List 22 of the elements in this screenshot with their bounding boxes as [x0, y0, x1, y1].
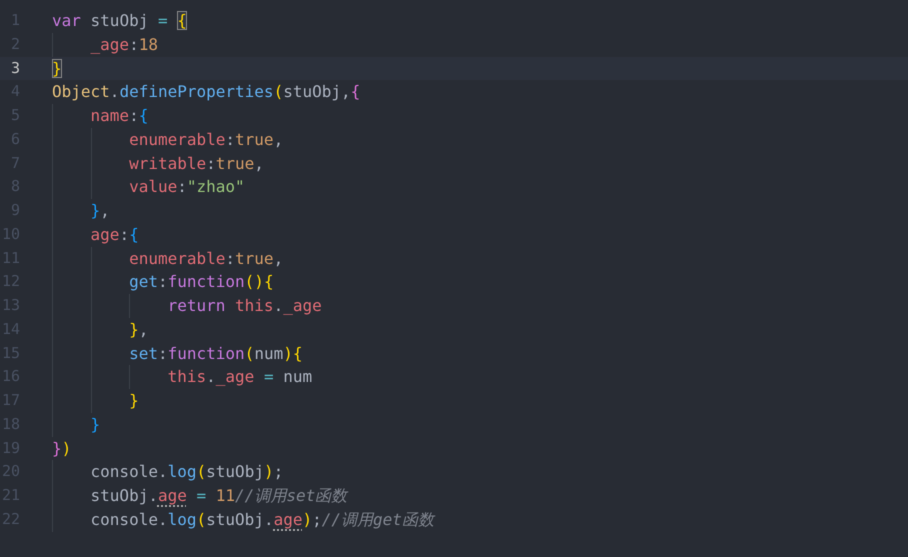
- code-line: this._age = num: [52, 365, 312, 389]
- code-line: return this._age: [52, 294, 322, 318]
- code-line: var stuObj = {: [52, 10, 187, 32]
- code-line: enumerable:true,: [52, 246, 284, 270]
- code-line: }: [52, 412, 100, 436]
- code-line: name:{: [52, 104, 148, 128]
- line-number: 3: [10, 58, 20, 78]
- code-line: set:function(num){: [52, 342, 302, 366]
- code-line: get:function(){: [52, 270, 274, 294]
- code-line: _age:18: [52, 32, 158, 56]
- code-line: value:"zhao": [52, 175, 245, 199]
- code-line: Object.defineProperties(stuObj,{: [52, 81, 360, 104]
- code-line: console.log(stuObj);: [52, 460, 284, 484]
- code-line: }: [52, 389, 139, 413]
- code-line: }): [52, 438, 72, 460]
- code-line: },: [52, 199, 110, 223]
- code-line: writable:true,: [52, 152, 264, 176]
- code-line: stuObj.age = 11//调用set函数: [52, 484, 348, 508]
- code-line: },: [52, 318, 148, 342]
- code-line: console.log(stuObj.age);//调用get函数: [52, 508, 434, 532]
- code-line: enumerable:true,: [52, 128, 284, 152]
- code-line: age:{: [52, 222, 139, 246]
